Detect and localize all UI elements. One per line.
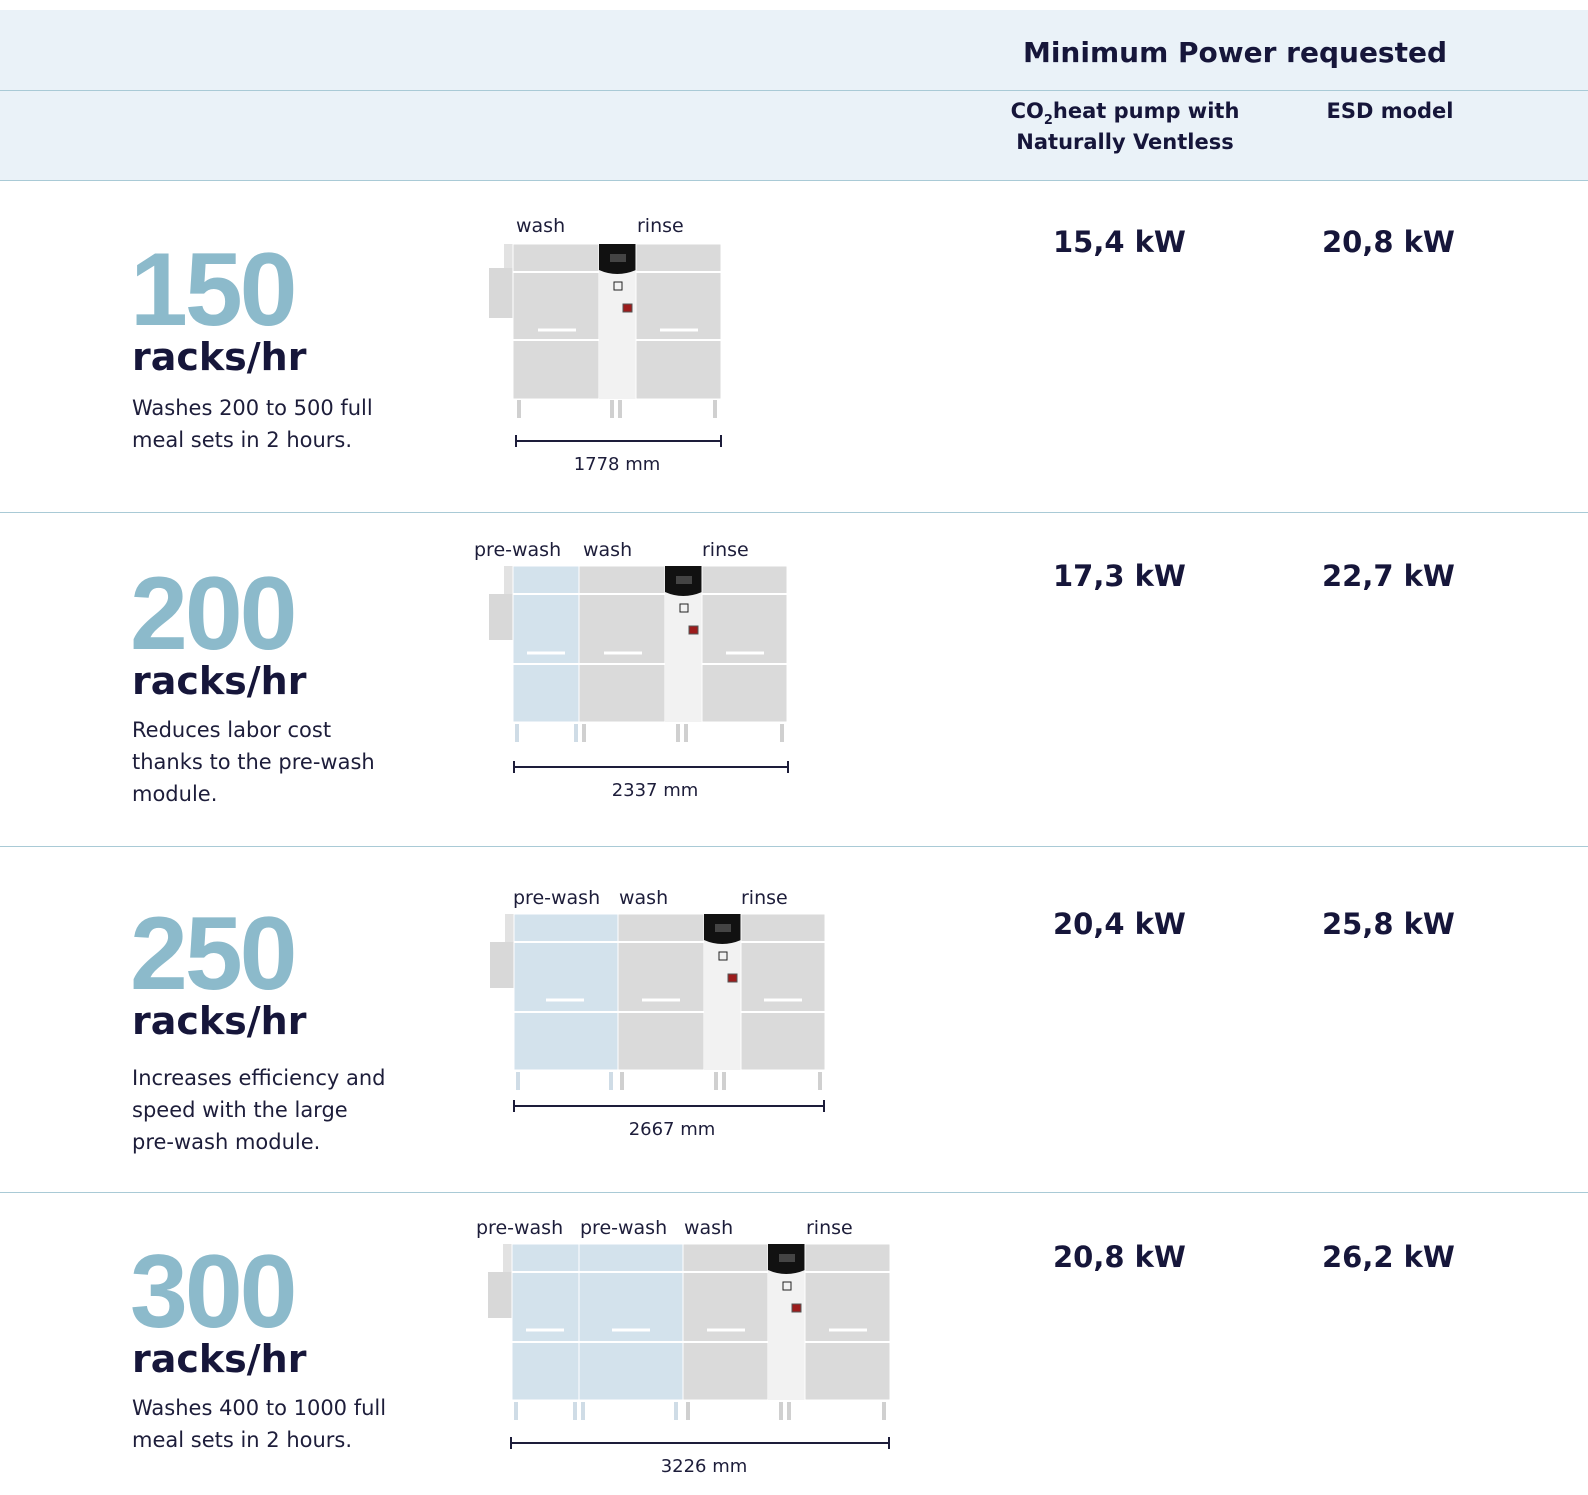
- loading-table: [488, 1272, 512, 1318]
- desc-line: thanks to the pre-wash: [132, 750, 375, 774]
- row-description: Increases efficiency and speed with the …: [132, 1062, 432, 1158]
- desc-line: Washes 200 to 500 full: [132, 396, 373, 420]
- row-description: Washes 400 to 1000 full meal sets in 2 h…: [132, 1392, 432, 1456]
- status-light-icon: [622, 303, 633, 313]
- rinse-module: [804, 1243, 891, 1401]
- desc-line: Washes 400 to 1000 full: [132, 1396, 387, 1420]
- power-esd-value: 22,7 kW: [1322, 559, 1455, 593]
- curtain: [503, 1244, 512, 1272]
- column-header-esd-model: ESD model: [1326, 99, 1454, 123]
- module-label: pre-wash: [580, 1217, 667, 1239]
- rate-unit: racks/hr: [132, 1337, 307, 1381]
- prewash-module: [511, 1243, 580, 1401]
- rinse-module: [701, 565, 788, 723]
- desc-line: module.: [132, 782, 218, 806]
- co2-prefix: CO: [1010, 99, 1044, 123]
- power-co2-value: 20,8 kW: [1053, 1240, 1186, 1274]
- co2-line2: Naturally Ventless: [1016, 130, 1234, 154]
- header-divider: [0, 90, 1588, 91]
- row-divider: [0, 1192, 1588, 1193]
- rate-unit: racks/hr: [132, 335, 307, 379]
- rate-value: 150: [130, 232, 298, 348]
- module-label: wash: [619, 887, 668, 909]
- dimension-label: 2667 mm: [629, 1119, 716, 1140]
- module-label: wash: [583, 539, 632, 561]
- rate-unit: racks/hr: [132, 659, 307, 703]
- desc-line: meal sets in 2 hours.: [132, 1428, 353, 1452]
- status-light-icon: [791, 1303, 802, 1313]
- curtain: [504, 566, 513, 594]
- module-label: pre-wash: [513, 887, 600, 909]
- dishwasher-diagram: pre-wash pre-wash wash rinse 3226 mm: [476, 1217, 891, 1477]
- dishwasher-diagram: wash rinse 1778 mm: [489, 215, 722, 475]
- desc-line: Reduces labor cost: [132, 718, 332, 742]
- co2-suffix: heat pump with: [1052, 99, 1240, 123]
- desc-line: Increases efficiency and: [132, 1066, 386, 1090]
- row-divider: [0, 512, 1588, 513]
- rinse-module: [635, 243, 722, 400]
- power-co2-value: 20,4 kW: [1053, 907, 1186, 941]
- rate-value: 200: [130, 556, 298, 672]
- desc-line: speed with the large: [132, 1098, 348, 1122]
- power-esd-value: 20,8 kW: [1322, 225, 1455, 259]
- status-light-icon: [727, 973, 738, 983]
- row-description: Washes 200 to 500 full meal sets in 2 ho…: [132, 392, 432, 456]
- row-description: Reduces labor cost thanks to the pre-was…: [132, 714, 432, 810]
- dimension-label: 3226 mm: [661, 1456, 748, 1477]
- power-co2-value: 15,4 kW: [1053, 225, 1186, 259]
- dishwasher-diagram: pre-wash wash rinse 2337 mm: [474, 539, 789, 801]
- module-label: pre-wash: [474, 539, 561, 561]
- module-label: rinse: [741, 887, 788, 909]
- module-label: rinse: [806, 1217, 853, 1239]
- power-co2-value: 17,3 kW: [1053, 559, 1186, 593]
- wash-module: [682, 1243, 769, 1401]
- rate-value: 300: [130, 1234, 298, 1350]
- power-esd-value: 26,2 kW: [1322, 1240, 1455, 1274]
- module-label: rinse: [637, 215, 684, 237]
- loading-table: [489, 268, 513, 318]
- prewash-module: [578, 1243, 684, 1401]
- dimension-label: 1778 mm: [574, 454, 661, 475]
- dimension-label: 2337 mm: [612, 780, 699, 801]
- desc-line: pre-wash module.: [132, 1130, 321, 1154]
- wash-module: [512, 243, 600, 400]
- desc-line: meal sets in 2 hours.: [132, 428, 353, 452]
- status-light-icon: [688, 625, 699, 635]
- wash-module: [617, 913, 705, 1071]
- row-divider: [0, 846, 1588, 847]
- column-header-co2-heat-pump: CO2heat pump with Naturally Ventless: [990, 96, 1260, 158]
- module-label: wash: [516, 215, 565, 237]
- prewash-module: [513, 913, 619, 1071]
- rate-unit: racks/hr: [132, 999, 307, 1043]
- header-title: Minimum Power requested: [1022, 36, 1448, 69]
- curtain: [504, 244, 513, 268]
- dishwasher-diagram: pre-wash wash rinse 2667 mm: [490, 887, 826, 1140]
- wash-module: [578, 565, 666, 723]
- module-label: rinse: [702, 539, 749, 561]
- loading-table: [490, 942, 514, 988]
- power-esd-value: 25,8 kW: [1322, 907, 1455, 941]
- prewash-module: [512, 565, 580, 723]
- module-label: wash: [684, 1217, 733, 1239]
- rate-value: 250: [130, 896, 298, 1012]
- module-label: pre-wash: [476, 1217, 563, 1239]
- curtain: [505, 914, 514, 942]
- co2-subscript: 2: [1043, 113, 1053, 128]
- rinse-module: [740, 913, 826, 1071]
- loading-table: [489, 594, 513, 640]
